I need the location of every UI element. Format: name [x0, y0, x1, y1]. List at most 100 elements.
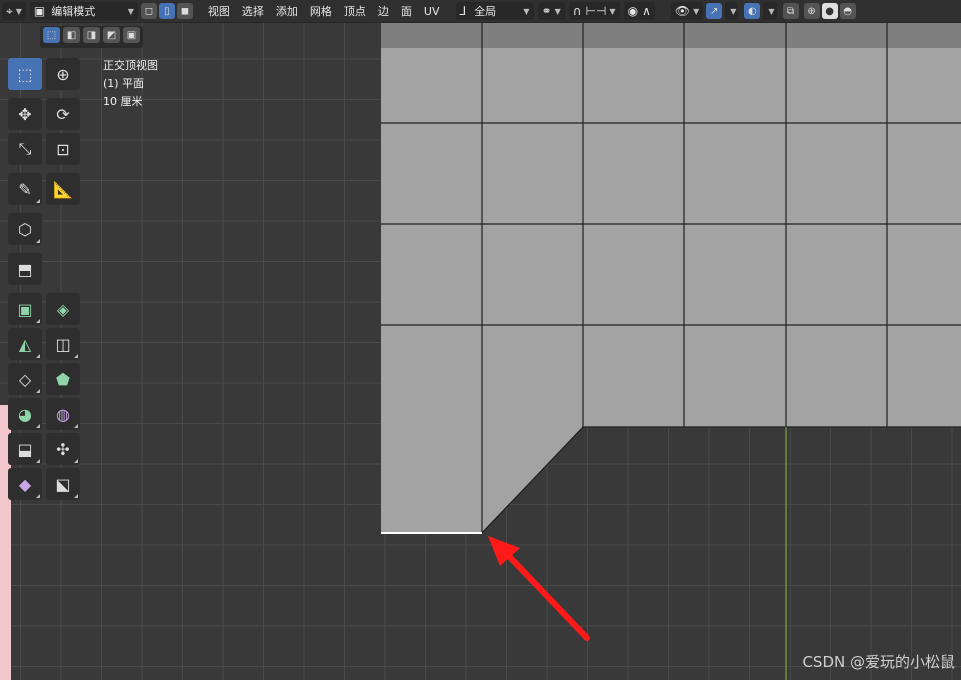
visibility-dropdown[interactable]: 👁 ▼	[670, 2, 704, 20]
solid-shading[interactable]: ●	[821, 3, 838, 19]
snap-dropdown[interactable]: ∩ ⊢⊣ ▼	[568, 2, 620, 20]
select-extend-icon[interactable]: ◧	[63, 27, 80, 43]
gizmo-toggle[interactable]: ↗	[706, 3, 723, 19]
edit-mode-icon: ▣	[33, 4, 46, 18]
menu-uv[interactable]: UV	[418, 5, 446, 18]
menu-mesh[interactable]: 网格	[304, 3, 338, 19]
crosshair-icon: ⊕	[56, 64, 70, 84]
select-intersect-icon[interactable]: ▣	[123, 27, 140, 43]
select-subtract-icon[interactable]: ◨	[83, 27, 100, 43]
loop-cut-icon: ◫	[55, 334, 71, 354]
material-shading[interactable]: ◓	[839, 3, 856, 19]
chevron-down-icon: ▼	[768, 6, 775, 16]
poly-build-tool[interactable]: ⬟	[46, 363, 80, 395]
vertex-select-button[interactable]: ◻	[140, 3, 157, 19]
chevron-down-icon: ▼	[554, 6, 561, 16]
object-name: (1) 平面	[103, 77, 145, 90]
spin-tool[interactable]: ◕	[8, 398, 42, 430]
inset-tool[interactable]: ◈	[46, 293, 80, 325]
scale-tool[interactable]: ⤡	[8, 133, 42, 165]
bevel-icon: ◭	[18, 334, 32, 354]
pencil-icon: ✎	[18, 179, 32, 199]
mesh-faces	[381, 22, 961, 533]
annotate-tool[interactable]: ✎	[8, 173, 42, 205]
add-cube-tool[interactable]: ⬡	[8, 213, 42, 245]
move-icon: ✥	[18, 104, 32, 124]
header-toolbar: ⌖ ▼ ▣ 编辑模式 ▼ ◻ ▯ ◼ 视图 选择 添加 网格 顶点 边 面 UV …	[0, 0, 961, 23]
knife-icon: ◇	[18, 369, 32, 389]
editor-type-dropdown[interactable]: ⌖ ▼	[2, 2, 26, 20]
select-mode-bar: ⬚ ◧ ◨ ◩ ▣	[40, 26, 143, 48]
spin-icon: ◕	[18, 404, 32, 424]
menu-view[interactable]: 视图	[202, 3, 236, 19]
cursor-tool[interactable]: ⊕	[46, 58, 80, 90]
snap-target-icon: ⊢⊣	[585, 4, 607, 18]
knife-tool[interactable]: ◇	[8, 363, 42, 395]
shrink-tool[interactable]: ✣	[46, 433, 80, 465]
eye-icon: 👁	[674, 4, 691, 18]
face-select-button[interactable]: ◼	[176, 3, 193, 19]
menu-edge[interactable]: 边	[372, 3, 395, 19]
menu-face[interactable]: 面	[395, 3, 418, 19]
mode-label: 编辑模式	[51, 5, 96, 18]
inset-icon: ◈	[56, 299, 70, 319]
ruler-icon: 📐	[53, 179, 73, 199]
extrude-tool[interactable]: ▣	[8, 293, 42, 325]
orientation-label: 全局	[474, 5, 497, 18]
watermark: CSDN @爱玩的小松鼠	[802, 653, 955, 671]
transform-orientation-dropdown[interactable]: ⅃ 全局 ▼	[455, 2, 534, 20]
transform-icon: ⊡	[56, 139, 70, 159]
view-name: 正交顶视图	[103, 59, 158, 72]
editor-type-icon: ⌖	[6, 3, 13, 18]
shear-icon: ◆	[18, 474, 32, 494]
bevel-tool[interactable]: ◭	[8, 328, 42, 360]
grid-scale: 10 厘米	[103, 95, 143, 108]
edge-slide-tool[interactable]: ⬓	[8, 433, 42, 465]
falloff-icon: ∧	[642, 4, 651, 18]
menu-select[interactable]: 选择	[236, 3, 270, 19]
orientation-icon: ⅃	[459, 4, 467, 18]
edge-slide-icon: ⬓	[17, 439, 33, 459]
select-invert-icon[interactable]: ◩	[103, 27, 120, 43]
extrude-region-tool[interactable]: ⬒	[8, 253, 42, 285]
wireframe-shading[interactable]: ⊕	[803, 3, 820, 19]
select-new-icon[interactable]: ⬚	[43, 27, 60, 43]
gizmo-dropdown[interactable]: ▼	[725, 2, 739, 20]
menu-vertex[interactable]: 顶点	[338, 3, 372, 19]
chevron-down-icon: ▼	[609, 6, 616, 16]
proportional-edit[interactable]: ◉ ∧	[623, 2, 655, 20]
shear-tool[interactable]: ◆	[8, 468, 42, 500]
shrink-icon: ✣	[56, 439, 70, 459]
proportional-icon: ◉	[627, 4, 639, 18]
smooth-tool[interactable]: ◍	[46, 398, 80, 430]
scale-icon: ⤡	[18, 139, 32, 158]
rip-icon: ⬕	[55, 474, 71, 494]
smooth-icon: ◍	[56, 404, 70, 424]
rip-tool[interactable]: ⬕	[46, 468, 80, 500]
rotate-icon: ⟳	[56, 104, 70, 124]
chevron-down-icon: ▼	[523, 6, 530, 16]
cursor-icon: ⬚	[17, 64, 33, 84]
poly-build-icon: ⬟	[56, 369, 70, 389]
annotation-arrow	[488, 536, 590, 641]
chevron-down-icon: ▼	[15, 6, 22, 16]
rotate-tool[interactable]: ⟳	[46, 98, 80, 130]
pivot-dropdown[interactable]: ⚭ ▼	[537, 2, 565, 20]
edge-select-button[interactable]: ▯	[158, 3, 175, 19]
menu-add[interactable]: 添加	[270, 3, 304, 19]
chevron-down-icon: ▼	[693, 6, 700, 16]
cube-add-icon: ⬡	[18, 219, 32, 239]
move-tool[interactable]: ✥	[8, 98, 42, 130]
overlay-toggle[interactable]: ◐	[744, 3, 761, 19]
mesh-top-band	[381, 22, 961, 48]
xray-toggle[interactable]: ⧉	[782, 3, 799, 19]
overlay-dropdown[interactable]: ▼	[763, 2, 777, 20]
viewport-info: 正交顶视图 (1) 平面 10 厘米	[103, 57, 158, 111]
loop-cut-tool[interactable]: ◫	[46, 328, 80, 360]
transform-tool[interactable]: ⊡	[46, 133, 80, 165]
extrude-icon: ⬒	[17, 259, 33, 279]
measure-tool[interactable]: 📐	[46, 173, 80, 205]
select-box-tool[interactable]: ⬚	[8, 58, 42, 90]
mode-dropdown[interactable]: ▣ 编辑模式 ▼	[29, 2, 138, 20]
extrude-region-icon: ▣	[17, 299, 33, 319]
